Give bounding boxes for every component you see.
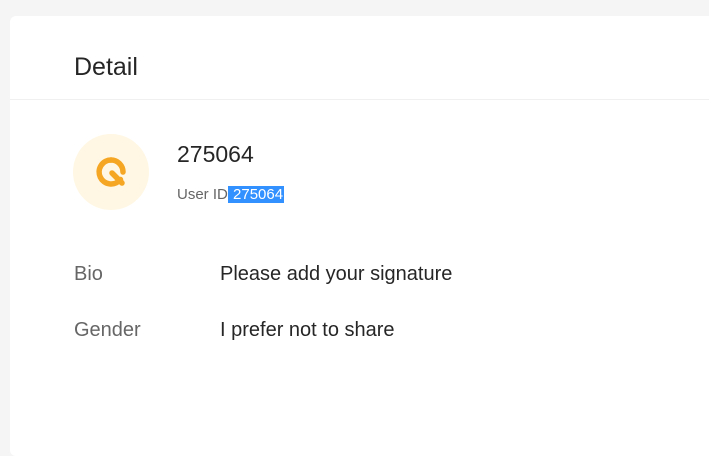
gender-label: Gender xyxy=(74,319,141,341)
detail-card: Detail 275064 User ID 275064 Bio Please … xyxy=(10,16,709,456)
gender-value: I prefer not to share xyxy=(220,319,395,341)
user-id-value-text: 275064 xyxy=(233,186,284,203)
user-id-value[interactable]: 275064 xyxy=(227,186,285,203)
avatar xyxy=(73,134,149,210)
bio-label: Bio xyxy=(74,263,103,285)
username: 275064 xyxy=(177,141,254,167)
page-title: Detail xyxy=(74,53,138,81)
user-id-label: User ID xyxy=(177,186,228,203)
bio-value: Please add your signature xyxy=(220,263,453,285)
detail-header: Detail xyxy=(10,16,709,100)
logo-icon xyxy=(96,157,126,187)
user-id-row: User ID 275064 xyxy=(177,184,285,206)
